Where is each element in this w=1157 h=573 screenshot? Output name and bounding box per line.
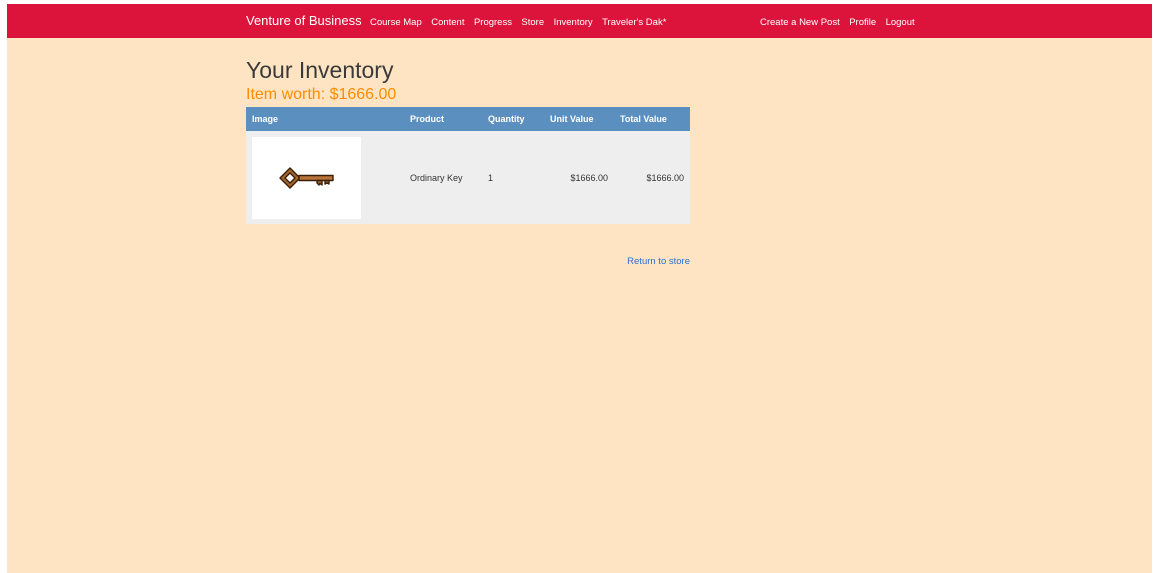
table-header-row: Image Product Quantity Unit Value Total … <box>246 107 690 131</box>
total-value-cell: $1666.00 <box>614 131 690 224</box>
nav-store[interactable]: Store <box>521 6 544 40</box>
page-background: Venture of Business Course Map Content P… <box>7 4 1152 573</box>
image-cell <box>246 131 404 224</box>
nav-progress[interactable]: Progress <box>474 6 512 40</box>
item-worth: Item worth: $1666.00 <box>246 86 397 103</box>
page-title: Your Inventory <box>246 57 394 83</box>
header-image: Image <box>246 107 404 131</box>
quantity-cell: 1 <box>482 131 544 224</box>
key-icon <box>278 166 334 189</box>
main-content: Your Inventory Item worth: $1666.00 Imag… <box>246 56 690 269</box>
nav-create-post[interactable]: Create a New Post <box>760 6 840 40</box>
header-unit-value: Unit Value <box>544 107 614 131</box>
nav-course-map[interactable]: Course Map <box>370 6 422 40</box>
table-row: Ordinary Key 1 $1666.00 $1666.00 <box>246 131 690 224</box>
brand-link[interactable]: Venture of Business <box>246 4 362 38</box>
unit-value-cell: $1666.00 <box>544 131 614 224</box>
product-cell: Ordinary Key <box>404 131 482 224</box>
nav-logout[interactable]: Logout <box>886 6 915 40</box>
inventory-table: Image Product Quantity Unit Value Total … <box>246 107 690 224</box>
top-navbar: Venture of Business Course Map Content P… <box>7 4 1152 38</box>
nav-profile[interactable]: Profile <box>849 6 876 40</box>
nav-content[interactable]: Content <box>431 6 464 40</box>
return-row: Return to store <box>246 251 690 269</box>
user-nav: Create a New Post Profile Logout <box>760 4 920 40</box>
main-nav: Course Map Content Progress Store Invent… <box>370 4 671 40</box>
header-product: Product <box>404 107 482 131</box>
nav-travelers-dak[interactable]: Traveler's Dak* <box>602 6 666 40</box>
header-quantity: Quantity <box>482 107 544 131</box>
return-to-store-link[interactable]: Return to store <box>627 256 690 267</box>
product-image <box>252 136 361 219</box>
header-total-value: Total Value <box>614 107 690 131</box>
nav-inventory[interactable]: Inventory <box>554 6 593 40</box>
